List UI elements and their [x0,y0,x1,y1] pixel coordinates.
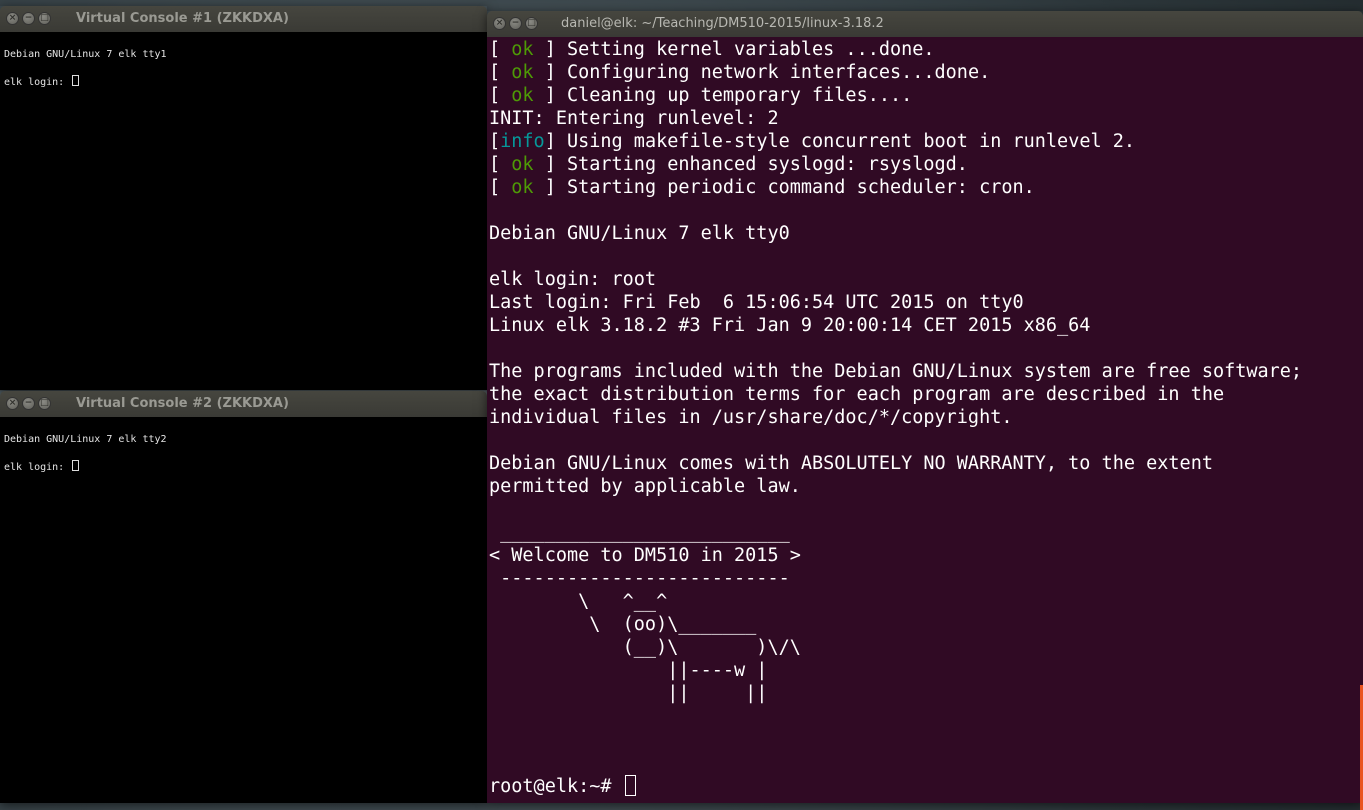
cursor [72,460,80,471]
maximize-icon[interactable]: □ [38,397,51,410]
boot-line: [ ok ] Setting kernel variables ...done. [489,39,935,60]
terminal-line: the exact distribution terms for each pr… [489,384,1225,405]
login-prompt: elk login: [4,462,71,473]
terminal-line: The programs included with the Debian GN… [489,361,1303,382]
status-ok: ok [511,85,534,106]
info-line: [info] Using makefile-style concurrent b… [489,131,1136,152]
boot-line: [ ok ] Starting enhanced syslogd: rsyslo… [489,154,968,175]
status-ok: ok [511,154,534,175]
maximize-icon[interactable]: □ [38,12,51,25]
boot-line: [ ok ] Cleaning up temporary files.... [489,85,913,106]
terminal-line: Debian GNU/Linux comes with ABSOLUTELY N… [489,453,1213,474]
status-ok: ok [511,177,534,198]
cowsay-line: -------------------------- [489,568,790,589]
terminal-line: Linux elk 3.18.2 #3 Fri Jan 9 20:00:14 C… [489,315,1091,336]
cowsay-line: \ ^__^ [489,591,668,612]
window-title: Virtual Console #1 (ZKKDXA) [76,11,289,26]
console-login-line: elk login: [4,460,80,473]
status-ok: ok [511,62,534,83]
terminal-screen[interactable]: [ ok ] Setting kernel variables ...done.… [487,37,1363,810]
virtual-console-1-window[interactable]: × − □ Virtual Console #1 (ZKKDXA) Debian… [0,6,487,390]
console-2-screen[interactable]: Debian GNU/Linux 7 elk tty2 elk login: [0,417,487,803]
close-icon[interactable]: × [493,17,506,30]
terminal-line: elk login: root [489,269,657,290]
status-info: info [500,131,545,152]
cursor [624,775,636,796]
window-title: Virtual Console #2 (ZKKDXA) [76,396,289,411]
shell-prompt: root@elk:~# [489,776,623,797]
boot-line: [ ok ] Starting periodic command schedul… [489,177,1035,198]
login-prompt: elk login: [4,77,71,88]
virtual-console-2-titlebar[interactable]: × − □ Virtual Console #2 (ZKKDXA) [0,391,487,417]
boot-line: [ ok ] Configuring network interfaces...… [489,62,991,83]
virtual-console-2-window[interactable]: × − □ Virtual Console #2 (ZKKDXA) Debian… [0,391,487,803]
terminal-line: Last login: Fri Feb 6 15:06:54 UTC 2015 … [489,292,1024,313]
terminal-line: Debian GNU/Linux 7 elk tty0 [489,223,790,244]
status-ok: ok [511,39,534,60]
minimize-icon[interactable]: − [22,12,35,25]
terminal-window[interactable]: × − □ daniel@elk: ~/Teaching/DM510-2015/… [487,11,1363,810]
terminal-titlebar[interactable]: × − □ daniel@elk: ~/Teaching/DM510-2015/… [487,11,1363,37]
console-line: Debian GNU/Linux 7 elk tty1 [4,49,167,60]
minimize-icon[interactable]: − [509,17,522,30]
close-icon[interactable]: × [6,397,19,410]
runlevel-line: INIT: Entering runlevel: 2 [489,108,779,129]
cowsay-line: ||----w | [489,660,768,681]
terminal-line: permitted by applicable law. [489,476,801,497]
maximize-icon[interactable]: □ [525,17,538,30]
cowsay-line: __________________________ [489,522,790,543]
window-title: daniel@elk: ~/Teaching/DM510-2015/linux-… [561,16,884,31]
cowsay-line: (__)\ )\/\ [489,637,801,658]
console-line: Debian GNU/Linux 7 elk tty2 [4,434,167,445]
terminal-line: individual files in /usr/share/doc/*/cop… [489,407,1013,428]
cowsay-line: || || [489,683,768,704]
shell-prompt-line[interactable]: root@elk:~# [489,775,636,798]
minimize-icon[interactable]: − [22,397,35,410]
cowsay-line: \ (oo)\_______ [489,614,757,635]
console-1-screen[interactable]: Debian GNU/Linux 7 elk tty1 elk login: [0,32,487,390]
virtual-console-1-titlebar[interactable]: × − □ Virtual Console #1 (ZKKDXA) [0,6,487,32]
cowsay-line: < Welcome to DM510 in 2015 > [489,545,801,566]
close-icon[interactable]: × [6,12,19,25]
console-login-line: elk login: [4,75,80,88]
cursor [72,75,80,86]
